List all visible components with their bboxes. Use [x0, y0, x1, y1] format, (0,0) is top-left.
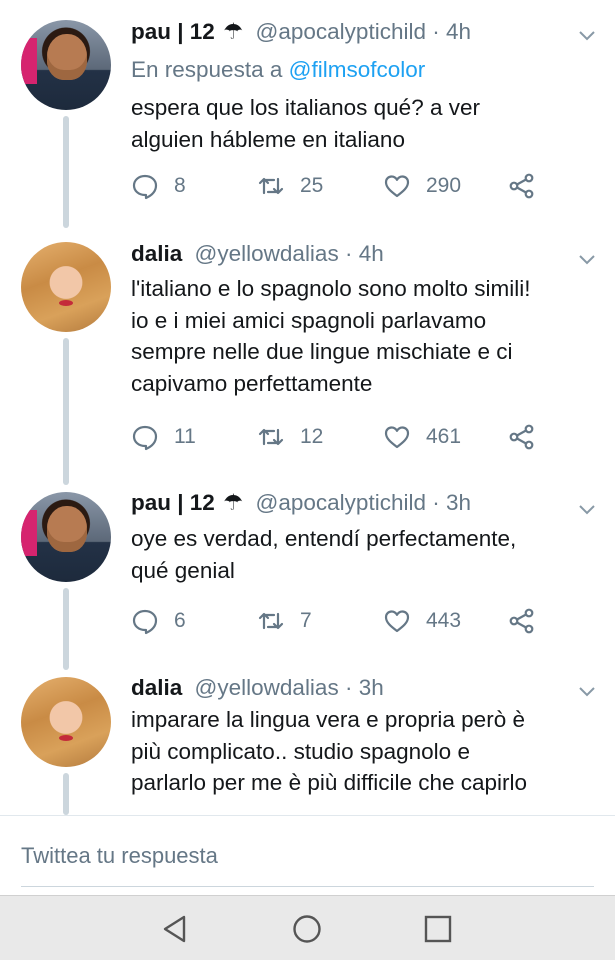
reply-context: En respuesta a @filmsofcolor: [131, 56, 425, 84]
tweet-text-line: oye es verdad, entendí perfectamente,: [131, 526, 517, 551]
tweet-header: pau | 12 ☂ @apocalyptichild · 4h: [131, 18, 471, 46]
reply-button[interactable]: 8: [131, 171, 186, 201]
display-name[interactable]: dalia: [131, 241, 182, 266]
tweet[interactable]: dalia @yellowdalias · 3h imparare la lin…: [0, 670, 615, 815]
reply-button[interactable]: 6: [131, 606, 186, 636]
reply-count: 6: [174, 609, 186, 632]
retweet-button[interactable]: 12: [257, 422, 323, 452]
share-button[interactable]: [508, 422, 536, 452]
avatar[interactable]: [21, 242, 111, 332]
tweet-text: espera que los italianos qué? a ver algu…: [131, 92, 601, 155]
reply-mention-link[interactable]: @filmsofcolor: [289, 57, 426, 82]
display-name[interactable]: dalia: [131, 675, 182, 700]
chevron-down-icon[interactable]: [578, 250, 596, 268]
share-icon: [509, 608, 534, 634]
retweet-icon: [258, 612, 284, 630]
reply-prefix: En respuesta a: [131, 57, 283, 82]
tweet-text-line: più complicato.. studio spagnolo e: [131, 738, 470, 764]
retweet-count: 25: [300, 174, 324, 197]
chevron-down-icon[interactable]: [578, 26, 596, 44]
handle-time: @yellowdalias · 4h: [194, 241, 384, 266]
tweet-text: imparare la lingua vera e propria però è…: [131, 704, 601, 799]
reply-count: 8: [174, 174, 186, 197]
heart-icon: [384, 175, 410, 198]
tweet-text-line: qué genial: [131, 557, 235, 583]
share-icon: [509, 173, 534, 199]
like-count: 443: [426, 609, 462, 632]
retweet-button[interactable]: 7: [257, 606, 312, 636]
back-icon[interactable]: [158, 912, 192, 946]
share-icon: [509, 424, 534, 450]
retweet-button[interactable]: 25: [257, 171, 323, 201]
tweet-text-line: parlarlo per me è più difficile che capi…: [131, 770, 528, 795]
reply-count: 11: [174, 425, 196, 448]
thread-connector: [63, 588, 69, 670]
handle-time: @apocalyptichild · 3h: [255, 490, 471, 515]
avatar[interactable]: [21, 492, 111, 582]
share-button[interactable]: [508, 171, 536, 201]
handle-time: @yellowdalias · 3h: [194, 675, 384, 700]
tweet-actions: 8 25 290: [131, 171, 551, 201]
tweet-text: l'italiano e lo spagnolo sono molto simi…: [131, 273, 601, 399]
avatar[interactable]: [21, 20, 111, 110]
tweet[interactable]: dalia @yellowdalias · 4h l'italiano e lo…: [0, 230, 615, 485]
display-name[interactable]: pau | 12: [131, 19, 215, 44]
tweet-text-line: sempre nelle due lingue mischiate e ci: [131, 339, 513, 364]
tweet-actions: 11 12 461: [131, 422, 551, 452]
handle-time: @apocalyptichild · 4h: [255, 19, 471, 44]
tweet-header: dalia @yellowdalias · 4h: [131, 240, 384, 268]
chevron-down-icon[interactable]: [578, 682, 596, 700]
reply-input[interactable]: Twittea tu respuesta: [21, 843, 218, 869]
tweet-text-line: io e i miei amici spagnoli parlavamo: [131, 307, 487, 333]
like-button[interactable]: 290: [383, 171, 461, 201]
tweet-text-line: capivamo perfettamente: [131, 370, 373, 396]
tweet[interactable]: pau | 12 ☂ @apocalyptichild · 3h oye es …: [0, 485, 615, 670]
chevron-down-icon[interactable]: [578, 500, 596, 518]
input-underline: [21, 886, 594, 887]
display-name[interactable]: pau | 12: [131, 490, 215, 515]
thread-connector: [63, 773, 69, 815]
thread-connector: [63, 338, 69, 485]
reply-icon: [132, 425, 158, 451]
tweet-text-line: espera que los italianos qué? a ver: [131, 95, 480, 120]
like-count: 290: [426, 174, 462, 197]
reply-button[interactable]: 11: [131, 422, 196, 452]
tweet-thread: pau | 12 ☂ @apocalyptichild · 4h En resp…: [0, 0, 615, 815]
tweet-text-line: l'italiano e lo spagnolo sono molto simi…: [131, 276, 531, 301]
retweet-count: 12: [300, 425, 324, 448]
avatar[interactable]: [21, 677, 111, 767]
system-nav-bar: [0, 895, 615, 960]
retweet-icon: [258, 428, 284, 446]
like-button[interactable]: 443: [383, 606, 461, 636]
like-button[interactable]: 461: [383, 422, 461, 452]
heart-icon: [384, 426, 410, 449]
heart-icon: [384, 610, 410, 633]
tweet-header: pau | 12 ☂ @apocalyptichild · 3h: [131, 489, 471, 517]
tweet-text-line: imparare la lingua vera e propria però è: [131, 707, 525, 732]
thread-connector: [63, 116, 69, 228]
tweet-text-line: alguien hábleme en italiano: [131, 126, 405, 152]
share-button[interactable]: [508, 606, 536, 636]
retweet-count: 7: [300, 609, 312, 632]
reply-composer[interactable]: Twittea tu respuesta: [0, 815, 615, 895]
umbrella-emoji: ☂: [223, 490, 244, 515]
home-icon[interactable]: [290, 912, 324, 946]
recents-icon[interactable]: [421, 912, 455, 946]
like-count: 461: [426, 425, 462, 448]
tweet-text: oye es verdad, entendí perfectamente, qu…: [131, 523, 601, 586]
retweet-icon: [258, 177, 284, 195]
reply-icon: [132, 174, 158, 200]
tweet-actions: 6 7 443: [131, 606, 551, 636]
tweet[interactable]: pau | 12 ☂ @apocalyptichild · 4h En resp…: [0, 0, 615, 230]
umbrella-emoji: ☂: [223, 19, 244, 44]
reply-icon: [132, 609, 158, 635]
tweet-header: dalia @yellowdalias · 3h: [131, 674, 384, 702]
